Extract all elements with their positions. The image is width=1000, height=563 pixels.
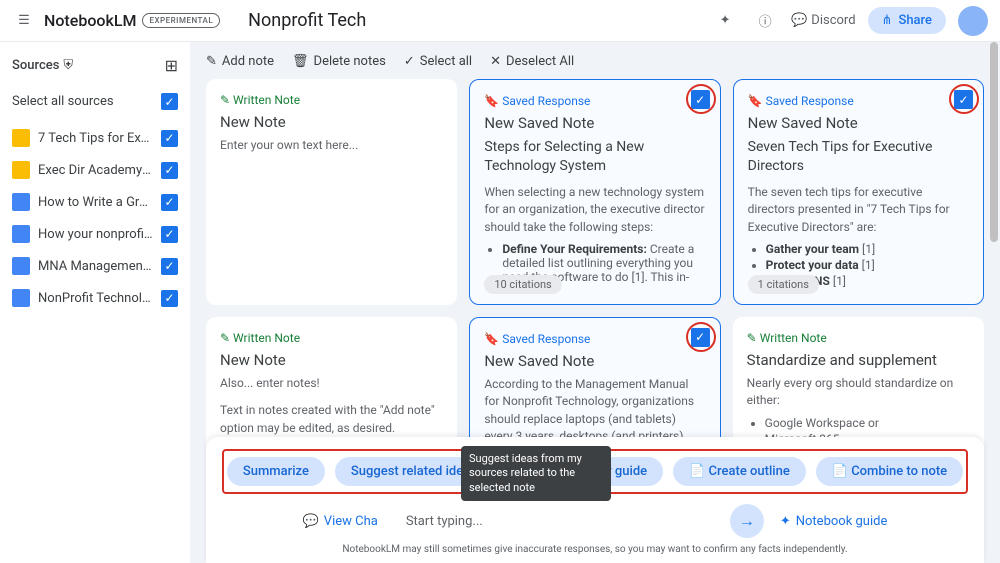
card-type: 🔖 Saved Response: [748, 94, 969, 108]
experimental-badge: EXPERIMENTAL: [142, 13, 220, 28]
source-icon: [12, 289, 30, 307]
view-chat-button[interactable]: 💬 View Cha: [303, 514, 378, 529]
source-name: How your nonprofit ca...: [38, 227, 153, 242]
avatar[interactable]: [958, 6, 988, 36]
add-source-icon[interactable]: ⊞: [165, 56, 178, 75]
project-title: Nonprofit Tech: [248, 10, 366, 31]
header-actions: ✦ ⓘ 💬 Discord ⋔ Share: [711, 6, 988, 36]
citations-badge[interactable]: 10 citations: [484, 275, 561, 294]
sidebar: Sources ⛨ ⊞ Select all sources ✓ 7 Tech …: [0, 42, 190, 563]
highlight-circle: [686, 84, 716, 114]
notes-toolbar: ✎Add note 🗑Delete notes ✓Select all ✕Des…: [206, 54, 984, 69]
prompt-input[interactable]: Start typing...: [394, 506, 714, 537]
source-item[interactable]: MNA Management Ma... ✓: [8, 250, 182, 282]
trash-icon: 🗑: [292, 54, 309, 69]
deselect-all-button[interactable]: ✕Deselect All: [490, 54, 574, 69]
source-item[interactable]: Exec Dir Academy 20... ✓: [8, 154, 182, 186]
discord-link[interactable]: 💬 Discord: [791, 13, 855, 28]
card-title: New Saved Note: [484, 114, 705, 132]
checkbox-icon[interactable]: ✓: [161, 290, 178, 307]
scrollbar[interactable]: [990, 42, 998, 242]
source-name: Exec Dir Academy 20...: [38, 163, 153, 178]
card-type: ✎ Written Note: [220, 331, 443, 345]
card-title: New Note: [220, 351, 443, 369]
source-name: 7 Tech Tips for Execut...: [38, 131, 153, 146]
card-body: When selecting a new technology system f…: [484, 184, 705, 236]
checkbox-icon[interactable]: ✓: [161, 194, 178, 211]
suggestion-chip[interactable]: 📄 Create outline: [673, 457, 806, 486]
disclaimer: NotebookLM may still sometimes give inac…: [222, 544, 968, 555]
card-type: ✎ Written Note: [220, 93, 443, 107]
source-name: MNA Management Ma...: [38, 259, 153, 274]
checkbox-icon[interactable]: ✓: [161, 93, 178, 110]
check-icon: ✓: [404, 54, 415, 69]
menu-icon[interactable]: ☰: [12, 9, 36, 33]
shield-icon: ⛨: [63, 58, 73, 73]
logo: NotebookLM: [44, 11, 136, 30]
checkbox-icon[interactable]: ✓: [161, 258, 178, 275]
pencil-icon: ✎: [206, 54, 217, 69]
delete-notes-button[interactable]: 🗑Delete notes: [292, 54, 386, 69]
card-body: The seven tech tips for executive direct…: [748, 184, 969, 236]
source-name: How to Write a Grant...: [38, 195, 153, 210]
source-icon: [12, 193, 30, 211]
close-icon: ✕: [490, 54, 501, 69]
card-type: 🔖 Saved Response: [484, 332, 705, 346]
card-subtitle: Seven Tech Tips for Executive Directors: [748, 138, 969, 176]
card-body: Enter your own text here...: [220, 137, 443, 154]
card-type: 🔖 Saved Response: [484, 94, 705, 108]
header: ☰ NotebookLM EXPERIMENTAL Nonprofit Tech…: [0, 0, 1000, 42]
source-item[interactable]: How your nonprofit ca... ✓: [8, 218, 182, 250]
card-type: ✎ Written Note: [747, 331, 970, 345]
source-item[interactable]: NonProfit Technology ... ✓: [8, 282, 182, 314]
sparkle-icon[interactable]: ✦: [711, 7, 739, 35]
checkbox-icon[interactable]: ✓: [161, 226, 178, 243]
source-icon: [12, 129, 30, 147]
source-icon: [12, 225, 30, 243]
source-icon: [12, 257, 30, 275]
card-title: New Saved Note: [484, 352, 705, 370]
card-body: Nearly every org should standardize on e…: [747, 375, 970, 410]
highlight-circle: [686, 322, 716, 352]
source-name: NonProfit Technology ...: [38, 291, 153, 306]
card-title: New Note: [220, 113, 443, 131]
select-all-sources[interactable]: Select all sources ✓: [8, 89, 182, 114]
source-icon: [12, 161, 30, 179]
highlight-circle: [949, 84, 979, 114]
chip-tooltip: Suggest ideas from my sources related to…: [461, 446, 611, 501]
send-button[interactable]: →: [730, 504, 764, 538]
notebook-guide-button[interactable]: ✦ Notebook guide: [780, 514, 888, 529]
card-body: Also... enter notes!: [220, 375, 443, 392]
card-subtitle: Steps for Selecting a New Technology Sys…: [484, 138, 705, 176]
checkbox-icon[interactable]: ✓: [161, 162, 178, 179]
note-card[interactable]: ✎ Written Note New Note Enter your own tex…: [206, 79, 457, 305]
help-icon[interactable]: ⓘ: [751, 7, 779, 35]
source-item[interactable]: How to Write a Grant... ✓: [8, 186, 182, 218]
add-note-button[interactable]: ✎Add note: [206, 54, 274, 69]
note-card[interactable]: 🔖 Saved Response New Saved Note Seven Tech…: [733, 79, 984, 305]
note-card[interactable]: 🔖 Saved Response New Saved Note Steps for …: [469, 79, 720, 305]
card-body: Text in notes created with the "Add note…: [220, 402, 443, 437]
select-all-button[interactable]: ✓Select all: [404, 54, 472, 69]
citations-badge[interactable]: 1 citations: [748, 275, 819, 294]
share-button[interactable]: ⋔ Share: [868, 7, 946, 34]
input-row: 💬 View Cha Start typing... → ✦ Notebook …: [222, 504, 968, 538]
card-title: New Saved Note: [748, 114, 969, 132]
suggestion-chip[interactable]: Summarize: [227, 457, 325, 486]
card-title: Standardize and supplement: [747, 351, 970, 369]
main: Sources ⛨ ⊞ Select all sources ✓ 7 Tech …: [0, 42, 1000, 563]
sources-header: Sources ⛨ ⊞: [8, 56, 182, 75]
prompt-bar: SummarizeSuggest related ideas📄 Create s…: [206, 437, 984, 563]
suggestion-chip[interactable]: 📄 Combine to note: [816, 457, 963, 486]
checkbox-icon[interactable]: ✓: [161, 130, 178, 147]
content: ✎Add note 🗑Delete notes ✓Select all ✕Des…: [190, 42, 1000, 563]
source-item[interactable]: 7 Tech Tips for Execut... ✓: [8, 122, 182, 154]
